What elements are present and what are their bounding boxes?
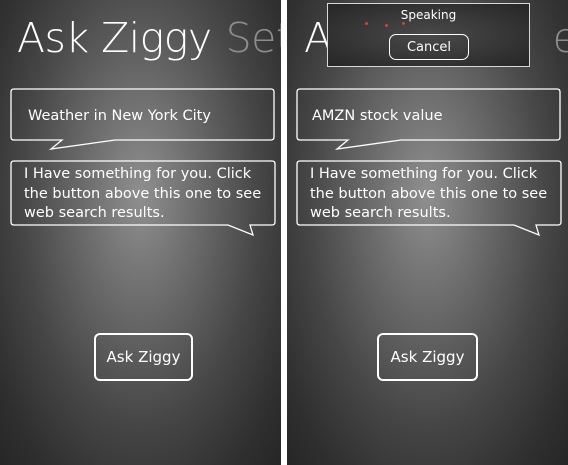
pivot-header: Ask Ziggy Setti: [17, 14, 281, 62]
speaking-indicator-dot: [385, 24, 388, 27]
pivot-tab-ask-ziggy[interactable]: Ask Ziggy: [17, 14, 212, 62]
speaking-overlay: Speaking Cancel: [327, 3, 530, 67]
cancel-button[interactable]: Cancel: [389, 34, 469, 60]
pivot-tab-settings[interactable]: etti: [553, 14, 568, 62]
response-text: I Have something for you. Click the butt…: [24, 166, 262, 221]
speaking-title: Speaking: [400, 8, 457, 22]
ask-ziggy-button[interactable]: Ask Ziggy: [94, 333, 193, 381]
phone-screen-left: Ask ZiggySetti Weather in New York City …: [0, 0, 281, 465]
speaking-indicator-dot: [365, 22, 368, 25]
query-text: Weather in New York City: [28, 108, 211, 124]
phone-screen-right: Aetti AMZN stock value I Have something …: [287, 0, 568, 465]
query-text: AMZN stock value: [312, 108, 443, 124]
response-text: I Have something for you. Click the butt…: [310, 166, 548, 221]
pivot-tab-settings[interactable]: Setti: [226, 14, 281, 62]
speaking-indicator-dot: [402, 22, 405, 25]
response-bubble[interactable]: I Have something for you. Click the butt…: [10, 160, 278, 236]
query-bubble[interactable]: AMZN stock value: [296, 88, 561, 150]
ask-ziggy-button[interactable]: Ask Ziggy: [377, 333, 478, 381]
query-bubble[interactable]: Weather in New York City: [10, 88, 275, 150]
response-bubble[interactable]: I Have something for you. Click the butt…: [296, 160, 564, 236]
